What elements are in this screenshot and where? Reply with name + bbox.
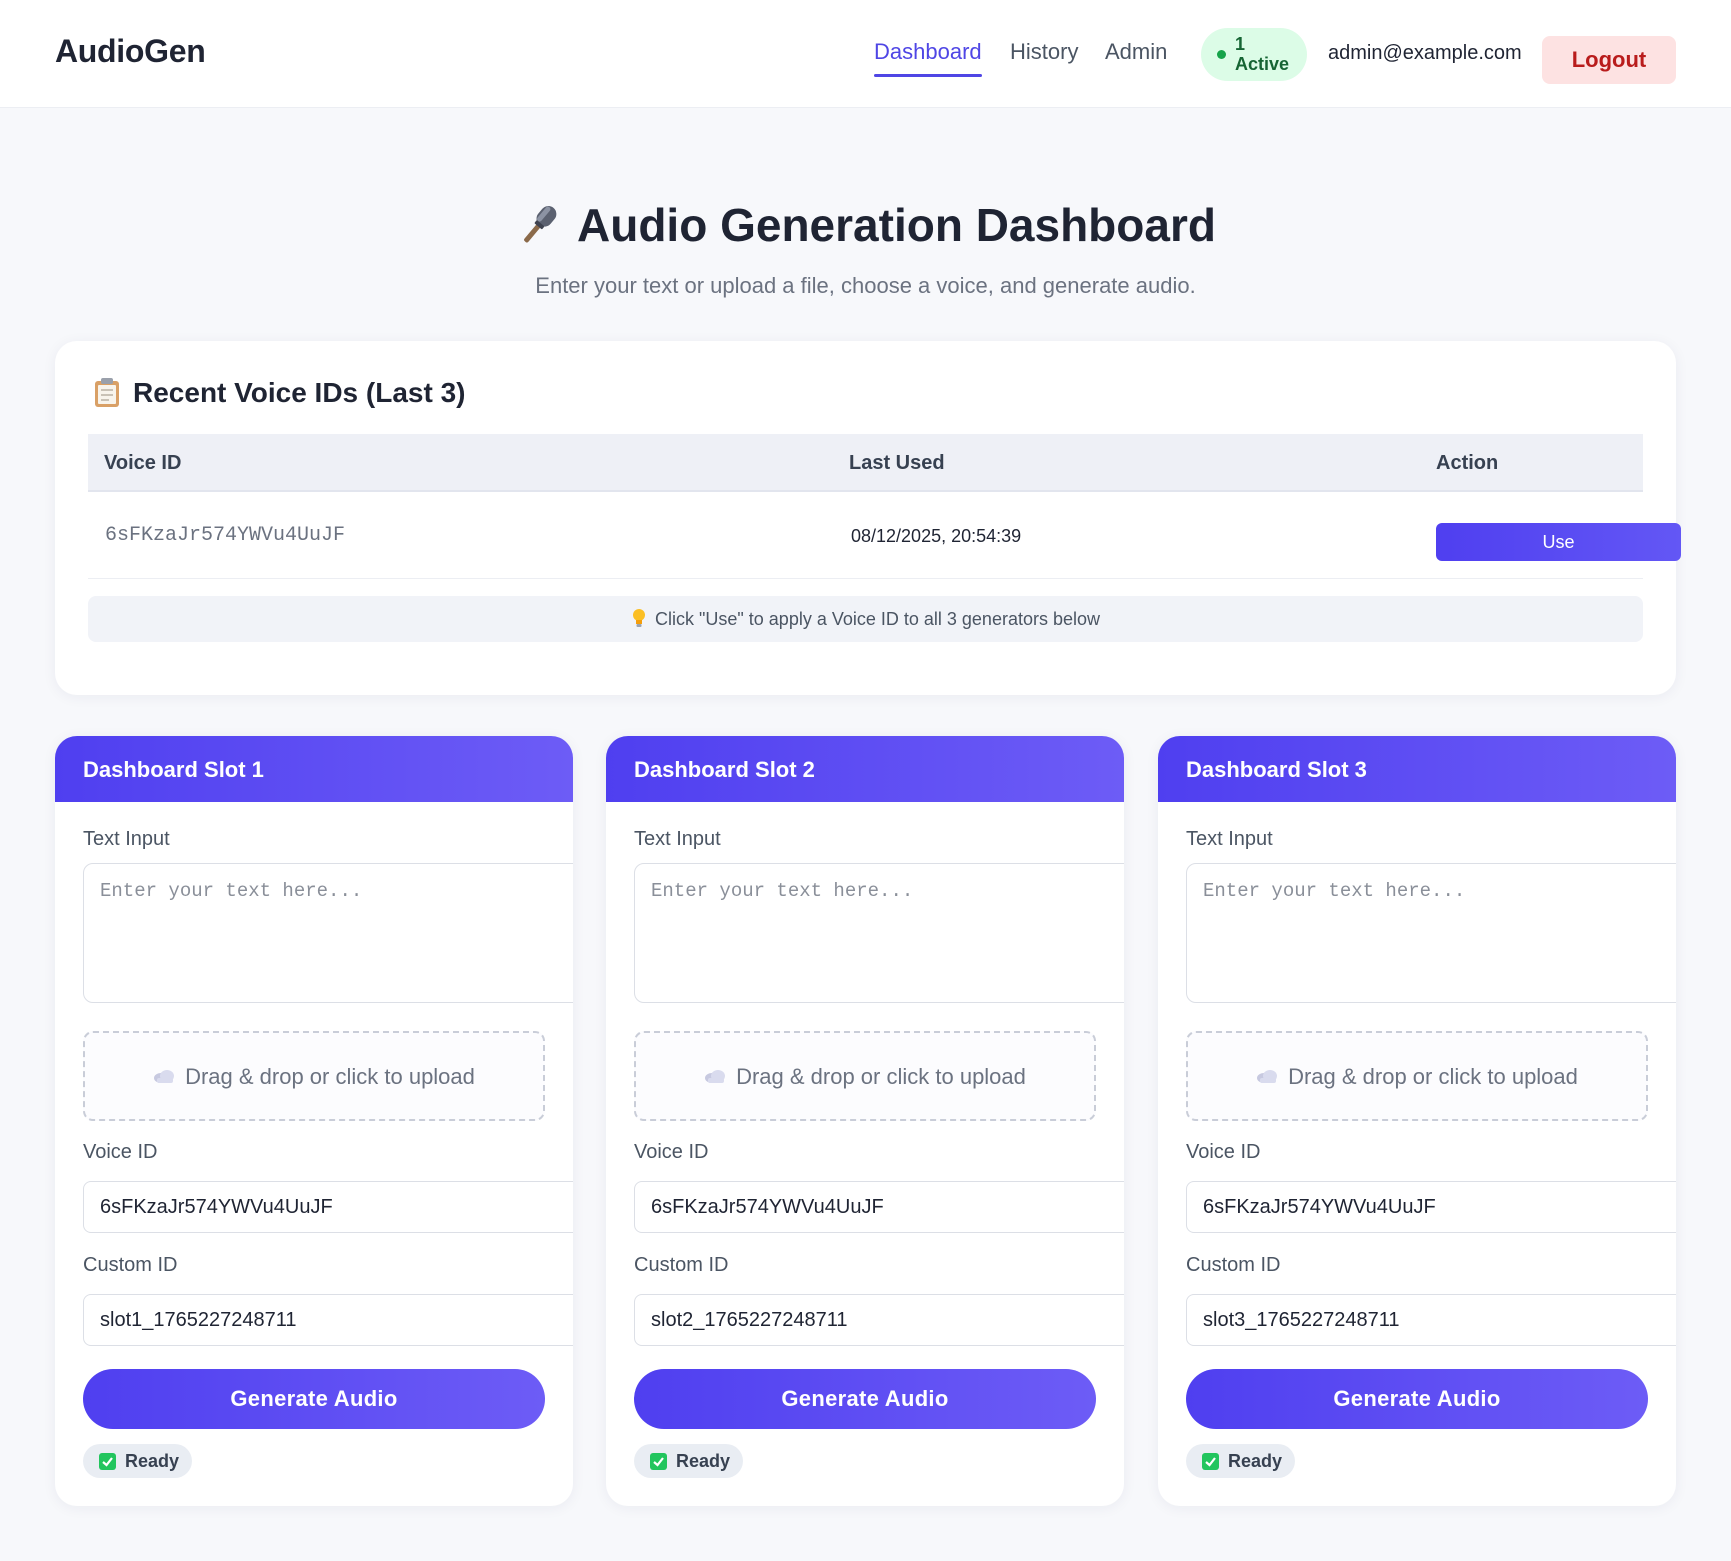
upload-label: Drag & drop or click to upload <box>185 1064 475 1089</box>
custom-id-input[interactable] <box>83 1294 573 1346</box>
recent-title-text: Recent Voice IDs (Last 3) <box>133 377 466 408</box>
page-subtitle: Enter your text or upload a file, choose… <box>535 273 1196 298</box>
page-title-text: Audio Generation Dashboard <box>577 199 1216 251</box>
hint-bar: Click "Use" to apply a Voice ID to all 3… <box>88 596 1643 642</box>
custom-id-label: Custom ID <box>1186 1254 1281 1276</box>
active-count: 1 <box>1235 34 1246 54</box>
custom-id-input[interactable] <box>634 1294 1124 1346</box>
nav-active-indicator <box>874 74 982 77</box>
slot-header: Dashboard Slot 3 <box>1158 736 1676 802</box>
top-navbar: AudioGen Dashboard History Admin 1 Activ… <box>0 0 1731 108</box>
custom-id-input[interactable] <box>1186 1294 1676 1346</box>
slot-header: Dashboard Slot 1 <box>55 736 573 802</box>
voice-id-label: Voice ID <box>634 1141 709 1163</box>
hint-text: Click "Use" to apply a Voice ID to all 3… <box>655 609 1100 629</box>
status-badge: Ready <box>1186 1444 1295 1478</box>
generate-audio-button[interactable]: Generate Audio <box>634 1369 1096 1429</box>
recent-voice-ids-title: Recent Voice IDs (Last 3) <box>93 377 465 409</box>
column-last-used: Last Used <box>849 452 945 474</box>
status-text: Ready <box>1228 1451 1283 1471</box>
nav-dashboard[interactable]: Dashboard <box>874 39 982 65</box>
table-header: Voice ID Last Used Action <box>88 434 1643 492</box>
page-title: Audio Generation Dashboard <box>0 198 1731 252</box>
dashboard-slot-1: Dashboard Slot 1 Text Input Drag & drop … <box>55 736 573 1506</box>
recent-voice-ids-card: Recent Voice IDs (Last 3) Voice ID Last … <box>55 341 1681 695</box>
upload-label: Drag & drop or click to upload <box>736 1064 1026 1089</box>
row-voice-id: 6sFKzaJr574YWVu4UuJF <box>105 524 346 547</box>
status-badge: Ready <box>83 1444 192 1478</box>
user-email: admin@example.com <box>1328 42 1522 64</box>
cloud-icon <box>704 1033 726 1083</box>
custom-id-label: Custom ID <box>634 1254 729 1276</box>
custom-id-label: Custom ID <box>83 1254 178 1276</box>
slot-header: Dashboard Slot 2 <box>606 736 1124 802</box>
nav-history[interactable]: History <box>1010 39 1078 65</box>
active-status-badge: 1 Active <box>1201 28 1307 81</box>
voice-id-input[interactable] <box>634 1181 1124 1233</box>
column-action: Action <box>1436 452 1499 474</box>
text-input[interactable] <box>634 863 1124 1003</box>
lightbulb-icon <box>631 599 647 627</box>
status-text: Ready <box>676 1451 731 1471</box>
microphone-icon <box>515 201 565 247</box>
voice-id-label: Voice ID <box>83 1141 158 1163</box>
dashboard-slot-2: Dashboard Slot 2 Text Input Drag & drop … <box>606 736 1124 1506</box>
clipboard-icon <box>93 377 121 407</box>
status-badge: Ready <box>634 1444 743 1478</box>
active-status-text: 1 Active <box>1235 34 1299 74</box>
generate-audio-button[interactable]: Generate Audio <box>83 1369 545 1429</box>
active-label: Active <box>1235 54 1290 74</box>
slot-title: Dashboard Slot 3 <box>1186 757 1367 782</box>
cloud-icon <box>1256 1033 1278 1083</box>
use-voice-button[interactable]: Use <box>1436 523 1681 561</box>
text-input[interactable] <box>1186 863 1676 1003</box>
text-input[interactable] <box>83 863 573 1003</box>
text-input-label: Text Input <box>83 828 170 850</box>
voice-id-input[interactable] <box>1186 1181 1676 1233</box>
generate-audio-button[interactable]: Generate Audio <box>1186 1369 1648 1429</box>
row-last-used: 08/12/2025, 20:54:39 <box>851 526 1022 546</box>
check-icon <box>99 1453 116 1470</box>
slot-title: Dashboard Slot 2 <box>634 757 815 782</box>
check-icon <box>1202 1453 1219 1470</box>
nav-admin[interactable]: Admin <box>1105 39 1167 65</box>
dashboard-slot-3: Dashboard Slot 3 Text Input Drag & drop … <box>1158 736 1676 1506</box>
logout-button[interactable]: Logout <box>1542 36 1676 84</box>
cloud-icon <box>153 1033 175 1083</box>
file-upload-dropzone[interactable]: Drag & drop or click to upload <box>634 1031 1096 1121</box>
column-voice-id: Voice ID <box>104 452 182 474</box>
voice-id-input[interactable] <box>83 1181 573 1233</box>
slot-title: Dashboard Slot 1 <box>83 757 264 782</box>
voice-id-label: Voice ID <box>1186 1141 1261 1163</box>
table-row: 6sFKzaJr574YWVu4UuJF 08/12/2025, 20:54:3… <box>88 492 1681 579</box>
upload-label: Drag & drop or click to upload <box>1288 1064 1578 1089</box>
status-dot-icon <box>1217 50 1226 59</box>
text-input-label: Text Input <box>1186 828 1273 850</box>
status-text: Ready <box>125 1451 180 1471</box>
file-upload-dropzone[interactable]: Drag & drop or click to upload <box>1186 1031 1648 1121</box>
check-icon <box>650 1453 667 1470</box>
file-upload-dropzone[interactable]: Drag & drop or click to upload <box>83 1031 545 1121</box>
text-input-label: Text Input <box>634 828 721 850</box>
brand-logo[interactable]: AudioGen <box>55 33 206 70</box>
